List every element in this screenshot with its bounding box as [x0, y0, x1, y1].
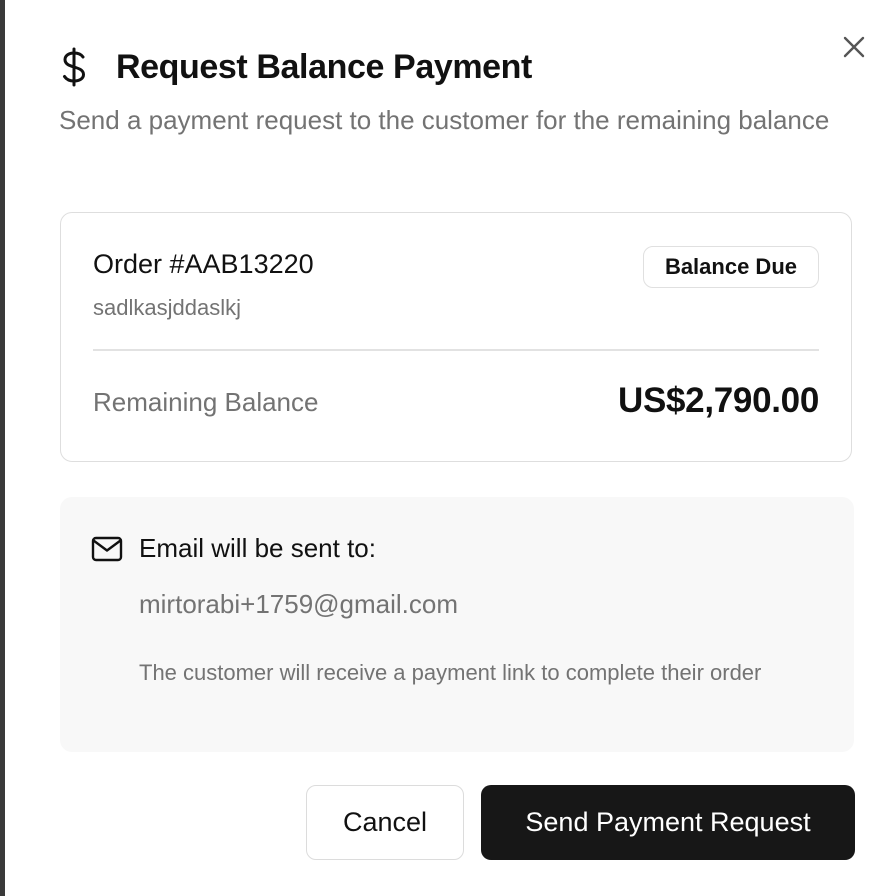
- dollar-icon: [59, 44, 99, 90]
- payment-link-note: The customer will receive a payment link…: [139, 660, 762, 685]
- close-button[interactable]: [837, 30, 871, 64]
- dialog-header: Request Balance Payment: [59, 44, 532, 90]
- send-payment-request-button[interactable]: Send Payment Request: [481, 785, 855, 860]
- card-divider: [93, 349, 819, 351]
- remaining-balance-label: Remaining Balance: [93, 387, 319, 417]
- close-icon: [843, 36, 865, 58]
- request-balance-payment-dialog: Request Balance Payment Send a payment r…: [5, 0, 882, 896]
- status-badge: Balance Due: [642, 246, 819, 288]
- order-summary-card: Order #AAB13220 sadlkasjddaslkj Balance …: [60, 212, 852, 462]
- remaining-balance-value: US$2,790.00: [617, 381, 819, 420]
- mail-icon: [91, 535, 123, 563]
- email-info-panel: Email will be sent to: mirtorabi+1759@gm…: [60, 497, 854, 752]
- recipient-email: mirtorabi+1759@gmail.com: [139, 589, 459, 619]
- dialog-subtitle: Send a payment request to the customer f…: [59, 105, 830, 135]
- dialog-title: Request Balance Payment: [116, 47, 532, 86]
- order-number: Order #AAB13220: [93, 249, 314, 279]
- order-customer-text: sadlkasjddaslkj: [93, 295, 241, 320]
- email-heading: Email will be sent to:: [139, 533, 376, 563]
- cancel-button[interactable]: Cancel: [306, 785, 464, 860]
